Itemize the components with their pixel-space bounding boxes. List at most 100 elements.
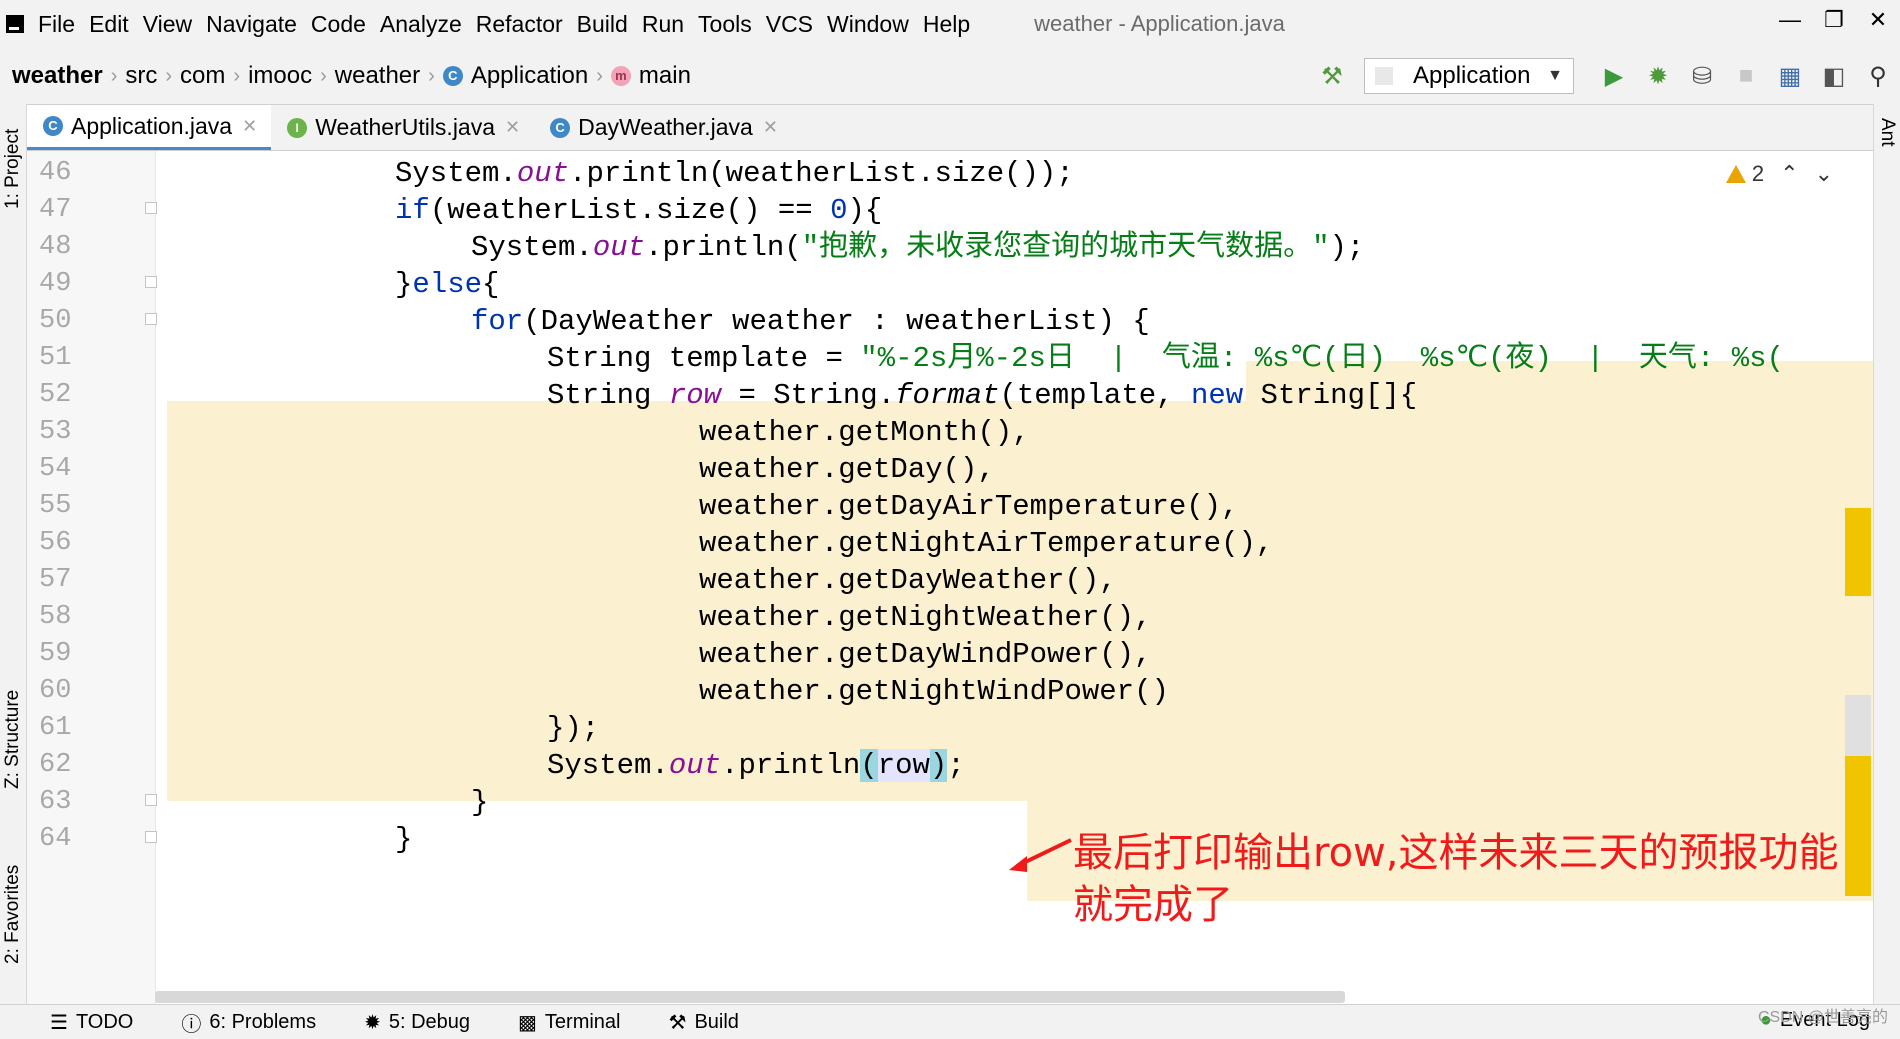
restore-icon[interactable]: ❐: [1812, 7, 1856, 33]
code-token: .println(: [645, 231, 802, 264]
close-icon[interactable]: ✕: [763, 117, 778, 138]
coverage-icon[interactable]: ⛁: [1680, 62, 1724, 91]
breadcrumb-weather[interactable]: weather: [329, 62, 426, 90]
tool-window-todo[interactable]: ☰ TODO: [50, 1010, 133, 1035]
tab-weatherutils-java[interactable]: I WeatherUtils.java ✕: [271, 105, 534, 150]
code-token: String template =: [547, 342, 861, 375]
class-icon: C: [442, 66, 463, 86]
tab-dayweather-java[interactable]: C DayWeather.java ✕: [534, 105, 792, 150]
menu-code[interactable]: Code: [311, 11, 366, 38]
chevron-right-icon: ›: [596, 64, 603, 87]
fold-marker-icon[interactable]: [145, 202, 157, 214]
matched-paren: ): [929, 749, 948, 782]
hammer-build-icon[interactable]: ⚒: [1310, 62, 1354, 91]
menu-file[interactable]: File: [38, 11, 75, 38]
tool-window-favorites[interactable]: 2: Favorites: [0, 844, 26, 984]
variable-token: row: [668, 379, 722, 412]
keyword-token: new: [1190, 379, 1244, 412]
code-token: (DayWeather weather : weatherList) {: [523, 305, 1150, 338]
tool-window-structure[interactable]: Z: Structure: [0, 674, 26, 804]
code-token: String[]{: [1243, 379, 1418, 412]
menu-tools[interactable]: Tools: [698, 11, 752, 38]
tab-application-java[interactable]: C Application.java ✕: [27, 105, 272, 150]
left-tool-strip: 1: Project Z: Structure 2: Favorites: [0, 104, 27, 1004]
navigation-bar: weather › src › com › imooc › weather › …: [0, 48, 1900, 105]
hammer-icon: ⚒: [668, 1011, 687, 1034]
presentation-icon[interactable]: ◧: [1812, 62, 1856, 91]
fold-marker-icon[interactable]: [145, 831, 157, 843]
class-icon: C: [43, 116, 63, 136]
menu-refactor[interactable]: Refactor: [476, 11, 563, 38]
tool-window-build[interactable]: ⚒ Build: [669, 1010, 739, 1035]
method-token: format: [895, 379, 1000, 412]
chevron-right-icon: ›: [320, 64, 327, 87]
menu-navigate[interactable]: Navigate: [206, 11, 297, 38]
info-icon: ⓘ: [181, 1013, 202, 1036]
close-icon[interactable]: ✕: [242, 116, 257, 137]
code-text: }: [395, 823, 413, 856]
debug-icon[interactable]: ✹: [1636, 62, 1680, 91]
menu-build[interactable]: Build: [577, 11, 628, 38]
watermark: CSDN @世善亮的: [1757, 1009, 1888, 1026]
menu-run[interactable]: Run: [642, 11, 684, 38]
tool-window-terminal[interactable]: ▩ Terminal: [518, 1010, 620, 1035]
string-literal-token: "抱歉，未收录您查询的城市天气数据。": [801, 231, 1330, 264]
minimize-icon[interactable]: —: [1768, 7, 1812, 33]
build-label: Build: [694, 1010, 739, 1033]
breadcrumb-src[interactable]: src: [119, 62, 163, 90]
breadcrumb-imooc[interactable]: imooc: [242, 62, 318, 90]
close-window-icon[interactable]: ✕: [1856, 7, 1900, 33]
code-token: String: [547, 379, 669, 412]
breadcrumb-project[interactable]: weather: [0, 62, 109, 90]
code-token: ){: [847, 194, 883, 227]
code-token: System.: [471, 231, 593, 264]
breadcrumb-application[interactable]: C Application: [437, 62, 594, 90]
application-config-icon: [1375, 67, 1393, 85]
tool-window-debug[interactable]: ✹ 5: Debug: [364, 1010, 470, 1035]
status-bar: ☰ TODO ⓘ 6: Problems ✹ 5: Debug ▩ Terminal ⚒…: [0, 1004, 1900, 1039]
menu-window[interactable]: Window: [827, 11, 909, 38]
todo-label: TODO: [75, 1010, 134, 1033]
tool-window-project[interactable]: 1: Project: [0, 114, 26, 224]
method-icon: m: [610, 66, 631, 86]
menu-edit[interactable]: Edit: [89, 11, 129, 38]
menu-help[interactable]: Help: [923, 11, 970, 38]
breadcrumb-application-label: Application: [470, 62, 589, 89]
tool-window-problems[interactable]: ⓘ 6: Problems: [181, 1008, 316, 1037]
menu-view[interactable]: View: [143, 11, 192, 38]
chevron-right-icon: ›: [233, 64, 241, 87]
close-icon[interactable]: ✕: [505, 117, 520, 138]
menu-analyze[interactable]: Analyze: [380, 11, 462, 38]
search-icon[interactable]: ⚲: [1856, 62, 1900, 91]
run-icon[interactable]: ▶: [1592, 62, 1636, 91]
code-token: (template,: [999, 379, 1191, 412]
fold-marker-icon[interactable]: [145, 313, 157, 325]
chevron-right-icon: ›: [110, 64, 118, 87]
code-token: System.: [395, 157, 517, 190]
previous-highlight-icon[interactable]: ⌃: [1780, 161, 1798, 187]
fold-marker-icon[interactable]: [145, 794, 157, 806]
run-configuration-select[interactable]: Application ▼: [1364, 58, 1574, 94]
inspection-widget[interactable]: 2 ⌃ ⌄: [1725, 161, 1833, 187]
breadcrumb-main-label: main: [638, 62, 691, 89]
breadcrumb-com[interactable]: com: [174, 62, 231, 90]
breadcrumb-main[interactable]: m main: [605, 62, 697, 90]
tool-window-ant[interactable]: Ant: [1876, 118, 1898, 147]
number-token: 0: [830, 194, 848, 227]
keyword-token: for: [471, 305, 524, 338]
fold-marker-icon[interactable]: [145, 276, 157, 288]
chevron-right-icon: ›: [428, 64, 435, 87]
dropdown-caret-icon: ▼: [1547, 67, 1563, 84]
next-highlight-icon[interactable]: ⌄: [1815, 161, 1833, 187]
matched-paren: (: [860, 749, 878, 782]
tab-label: DayWeather.java: [578, 114, 753, 140]
warning-count[interactable]: 2: [1725, 161, 1764, 187]
intellij-logo-icon: [6, 15, 24, 33]
project-structure-icon[interactable]: ▦: [1768, 62, 1812, 91]
tab-label: WeatherUtils.java: [315, 114, 496, 140]
keyword-token: if: [395, 194, 430, 227]
stop-icon[interactable]: ■: [1724, 62, 1768, 90]
horizontal-scrollbar[interactable]: [155, 991, 1345, 1003]
error-stripe-marker[interactable]: [1845, 508, 1871, 596]
menu-vcs[interactable]: VCS: [766, 11, 813, 38]
